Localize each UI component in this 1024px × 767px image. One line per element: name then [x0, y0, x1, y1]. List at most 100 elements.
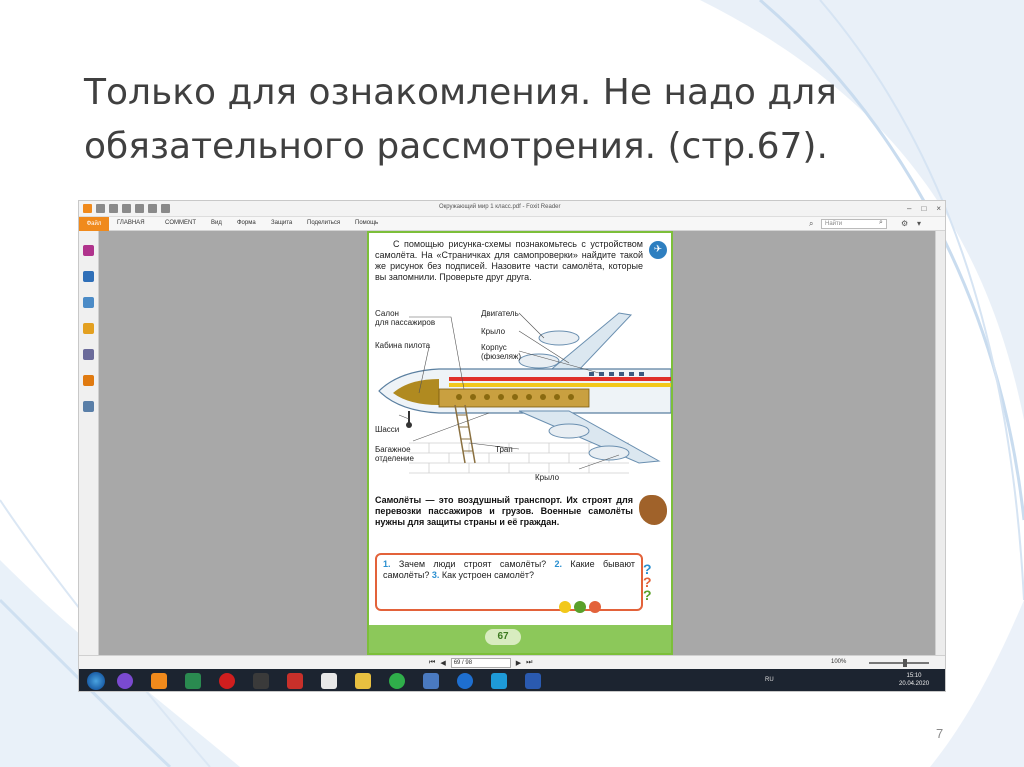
- label-salon-line2: для пассажиров: [375, 318, 436, 327]
- slide-title-line-2: обязательного рассмотрения. (стр.67).: [84, 126, 828, 167]
- vertical-scrollbar[interactable]: [935, 231, 945, 655]
- media-player-icon[interactable]: [253, 673, 269, 689]
- label-wing-bottom: Крыло: [535, 473, 560, 482]
- tab-help[interactable]: Помощь: [355, 220, 378, 226]
- question-2-number: 2.: [554, 559, 563, 569]
- window-title: Окружающий мир 1 класс.pdf - Foxit Reade…: [439, 204, 561, 210]
- question-3-text: Как устроен самолёт?: [439, 570, 534, 580]
- yandex-browser-icon[interactable]: [321, 673, 337, 689]
- self-assessment-faces: [559, 601, 601, 613]
- tab-comment[interactable]: COMMENT: [165, 220, 196, 226]
- slide-title: Только для ознакомления. Не надо для обя…: [84, 66, 944, 174]
- screenshot-icon[interactable]: [135, 204, 144, 213]
- window-controls: – □ ×: [907, 204, 941, 213]
- label-ladder: Трап: [495, 445, 513, 454]
- question-1-number: 1.: [383, 559, 391, 569]
- attachments-icon[interactable]: [83, 349, 94, 360]
- notepad-icon[interactable]: [185, 673, 201, 689]
- slide-title-line-1: Только для ознакомления. Не надо для: [84, 72, 837, 113]
- page-number-field[interactable]: 69 / 98: [450, 658, 511, 668]
- comments-icon[interactable]: [83, 323, 94, 334]
- open-icon[interactable]: [96, 204, 105, 213]
- question-marks-icon: ???: [643, 561, 652, 603]
- label-salon-line1: Салон: [375, 309, 399, 318]
- label-engine: Двигатель: [481, 309, 519, 318]
- quick-access-toolbar: [83, 204, 170, 214]
- settings-icon[interactable]: ⚙: [901, 219, 908, 228]
- page-main-text: Самолёты — это воздушный транспорт. Их с…: [375, 495, 633, 527]
- label-cargo: Багажное отделение: [375, 445, 414, 463]
- slide-number: 7: [936, 726, 944, 741]
- file-explorer-icon[interactable]: [355, 673, 371, 689]
- internet-explorer-icon[interactable]: [457, 673, 473, 689]
- pages-icon[interactable]: [83, 271, 94, 282]
- last-page-icon[interactable]: ⏭: [526, 659, 532, 667]
- label-body: Корпус (фюзеляж): [481, 343, 521, 361]
- print-icon[interactable]: [122, 204, 131, 213]
- neutral-face-icon: [574, 601, 586, 613]
- tab-file[interactable]: Файл: [79, 217, 109, 231]
- page-number-badge: 67: [485, 629, 521, 645]
- squirrel-illustration: [639, 495, 667, 525]
- prev-page-icon[interactable]: ◀: [440, 659, 445, 667]
- minimize-icon[interactable]: –: [907, 204, 911, 213]
- redo-icon[interactable]: [161, 204, 170, 213]
- happy-face-icon: [559, 601, 571, 613]
- zoom-level[interactable]: 100%: [831, 659, 846, 665]
- skype-icon[interactable]: [491, 673, 507, 689]
- foxit-reader-screenshot: Окружающий мир 1 класс.pdf - Foxit Reade…: [78, 200, 946, 692]
- pdf-page: С помощью рисунка-схемы познакомьтесь с …: [367, 231, 673, 655]
- close-icon[interactable]: ×: [936, 204, 941, 213]
- foxit-reader-taskbar-icon[interactable]: [151, 673, 167, 689]
- label-cabin: Кабина пилота: [375, 341, 431, 350]
- window-titlebar: Окружающий мир 1 класс.pdf - Foxit Reade…: [79, 201, 945, 217]
- questions-box: 1. Зачем люди строят самолёты? 2. Какие …: [375, 553, 643, 611]
- search-input[interactable]: Найти: [821, 219, 887, 229]
- tab-share[interactable]: Поделиться: [307, 220, 340, 226]
- tab-view[interactable]: Вид: [211, 220, 222, 226]
- tab-home[interactable]: ГЛАВНАЯ: [117, 220, 145, 226]
- label-cargo-line1: Багажное: [375, 445, 411, 454]
- label-salon: Салон для пассажиров: [375, 309, 435, 327]
- clock-date: 20.04.2020: [899, 681, 930, 687]
- security-lock-icon[interactable]: [83, 375, 94, 386]
- signatures-icon[interactable]: [83, 401, 94, 412]
- question-1-text: Зачем люди строят самолёты?: [390, 559, 555, 569]
- page-intro-text: С помощью рисунка-схемы познакомьтесь с …: [375, 239, 643, 282]
- page-navigation: ⏮ ◀ 69 / 98 ▶ ⏭: [429, 658, 532, 668]
- word-icon[interactable]: [525, 673, 541, 689]
- next-page-icon[interactable]: ▶: [516, 659, 521, 667]
- tab-form[interactable]: Форма: [237, 220, 256, 226]
- audio-icon[interactable]: [423, 673, 439, 689]
- opera-icon[interactable]: [219, 673, 235, 689]
- label-wing-top: Крыло: [481, 327, 506, 336]
- page-footer: 67: [369, 625, 671, 653]
- search-go-icon[interactable]: ⌕: [879, 219, 883, 227]
- tray-language[interactable]: RU: [765, 677, 774, 683]
- start-button-icon[interactable]: [87, 672, 105, 690]
- windows-taskbar: RU 15:10 20.04.2020: [79, 669, 945, 691]
- first-page-icon[interactable]: ⏮: [429, 659, 435, 667]
- tab-protect[interactable]: Защита: [271, 220, 292, 226]
- globe-icon: ✈: [649, 241, 667, 259]
- status-bar: ⏮ ◀ 69 / 98 ▶ ⏭ 100%: [79, 655, 945, 669]
- options-icon[interactable]: ▾: [917, 219, 921, 228]
- zoom-slider[interactable]: [869, 662, 929, 664]
- sad-face-icon: [589, 601, 601, 613]
- zoom-slider-knob[interactable]: [903, 659, 907, 667]
- chrome-icon[interactable]: [389, 673, 405, 689]
- layers-icon[interactable]: [83, 297, 94, 308]
- label-chassis: Шасси: [375, 425, 400, 434]
- maximize-icon[interactable]: □: [921, 204, 926, 213]
- label-cargo-line2: отделение: [375, 454, 414, 463]
- taskbar-clock[interactable]: 15:10 20.04.2020: [899, 672, 929, 688]
- label-body-line2: (фюзеляж): [481, 352, 522, 361]
- foxit-logo-icon: [83, 204, 92, 213]
- archive-icon[interactable]: [287, 673, 303, 689]
- undo-icon[interactable]: [148, 204, 157, 213]
- label-body-line1: Корпус: [481, 343, 507, 352]
- bookmarks-icon[interactable]: [83, 245, 94, 256]
- save-icon[interactable]: [109, 204, 118, 213]
- find-icon[interactable]: ⌕: [809, 219, 813, 229]
- alice-assistant-icon[interactable]: [117, 673, 133, 689]
